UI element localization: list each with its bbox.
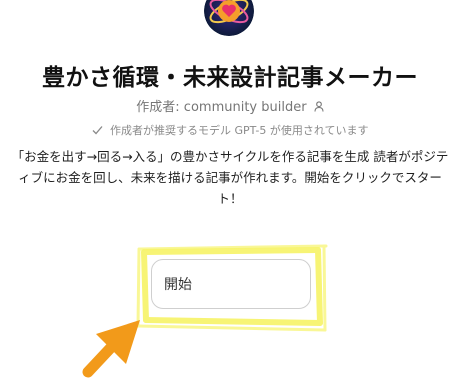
gpt-title: 豊かさ循環・未来設計記事メーカー	[42, 65, 418, 91]
model-notice-row: 作成者が推奨するモデル GPT-5 が使用されています	[0, 122, 460, 138]
gpt-description: 「お金を出す→回る→入る」の豊かさサイクルを作る記事を生成 読者がポジティブにお…	[11, 149, 449, 206]
author-label: 作成者: community builder	[136, 100, 307, 115]
person-icon	[314, 101, 324, 116]
start-button[interactable]: 開始	[151, 259, 311, 309]
gpt-logo-icon	[204, 0, 254, 36]
model-notice: 作成者が推奨するモデル GPT-5 が使用されています	[110, 124, 369, 137]
author-row: 作成者: community builder	[0, 96, 460, 116]
checkmark-icon	[92, 125, 103, 138]
